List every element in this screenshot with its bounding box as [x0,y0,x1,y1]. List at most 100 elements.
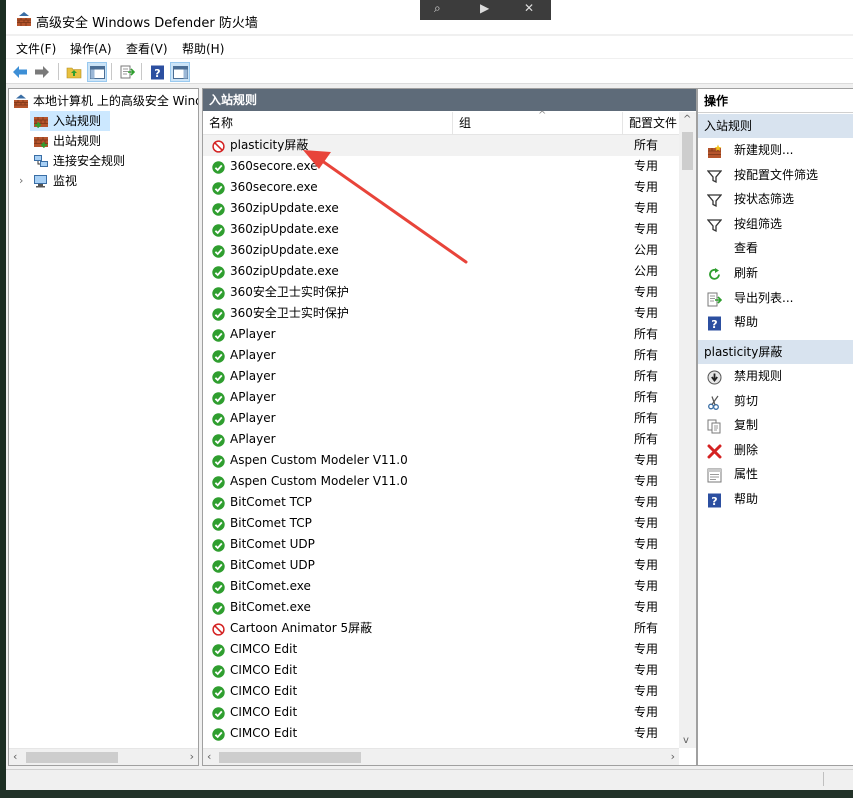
table-row[interactable]: Aspen Custom Modeler V11.0 专用 [203,450,681,471]
rules-vertical-scrollbar[interactable]: ^ v [679,112,696,748]
action-properties-4[interactable]: 属性 [698,462,853,486]
table-row[interactable]: CIMCO Edit 专用 [203,660,681,681]
scrollbar-thumb[interactable] [26,752,118,763]
allowed-rule-icon [212,160,225,174]
export-list-icon [707,291,723,307]
rule-name: Aspen Custom Modeler V11.0 [230,474,408,488]
action-label: 导出列表... [734,290,794,305]
tree-item-monitor[interactable]: › 监视 [15,171,165,191]
action-label: 禁用规则 [734,369,783,383]
action-export-list-6[interactable]: 导出列表... [698,286,853,310]
scroll-right-icon[interactable]: › [671,750,675,763]
action-filter-2[interactable]: 按状态筛选 [698,187,853,211]
action-disable-rule-0[interactable]: 禁用规则 [698,364,853,388]
table-row[interactable]: APlayer 所有 [203,366,681,387]
rule-profile: 专用 [634,579,659,593]
export-list-icon[interactable] [117,62,137,82]
tree-horizontal-scrollbar[interactable]: ‹ › [9,748,198,765]
table-row[interactable]: 360zipUpdate.exe 公用 [203,240,681,261]
table-row[interactable]: APlayer 所有 [203,387,681,408]
filter-icon [706,217,723,232]
table-row[interactable]: Cartoon Animator 5屏蔽 所有 [203,618,681,639]
show-hide-action-pane-icon[interactable] [170,62,190,82]
action-refresh-5[interactable]: 刷新 [698,261,853,285]
play-icon[interactable]: ▶ [480,1,489,15]
scroll-down-icon[interactable]: v [683,735,689,746]
scroll-left-icon[interactable]: ‹ [13,750,17,763]
table-row[interactable]: BitComet UDP 专用 [203,534,681,555]
table-row[interactable]: BitComet.exe 专用 [203,576,681,597]
action-label: 查看 [734,241,759,256]
column-header-profile[interactable]: 配置文件 [623,112,681,135]
tree-root-label: 本地计算机 上的高级安全 Windows Defender 防火墙 [33,94,198,108]
up-folder-icon[interactable] [64,62,84,82]
action-label: 属性 [734,467,759,482]
show-hide-tree-icon[interactable] [87,62,107,82]
table-row[interactable]: 360zipUpdate.exe 专用 [203,198,681,219]
action-delete-3[interactable]: 删除 [698,438,853,462]
properties-icon [707,467,722,483]
table-row[interactable]: BitComet TCP 专用 [203,492,681,513]
table-row[interactable]: BitComet.exe 专用 [203,597,681,618]
status-bar-segment [823,772,853,786]
forward-arrow-icon[interactable] [32,62,52,82]
menu-help[interactable]: 帮助(H) [182,40,224,57]
scrollbar-thumb[interactable] [682,132,693,170]
scroll-right-icon[interactable]: › [190,750,194,763]
help-icon[interactable]: ? [147,62,167,82]
menu-action[interactable]: 操作(A) [70,40,112,57]
chevron-right-icon[interactable]: › [19,171,23,191]
close-icon[interactable]: ✕ [524,1,534,15]
tree-item-outbound-rules[interactable]: 出站规则 [30,131,180,151]
menu-view[interactable]: 查看(V) [126,40,168,57]
table-row[interactable]: APlayer 所有 [203,429,681,450]
inbound-rules-icon [34,117,48,128]
menu-file[interactable]: 文件(F) [16,40,56,57]
table-row[interactable]: BitComet TCP 专用 [203,513,681,534]
table-row[interactable]: plasticity屏蔽 所有 [203,135,681,156]
search-icon[interactable]: ⌕ [434,1,441,16]
allowed-rule-icon [212,202,225,216]
table-row[interactable]: BitComet UDP 专用 [203,555,681,576]
scrollbar-thumb[interactable] [219,752,361,763]
actions-section-inbound[interactable]: 入站规则 [698,114,853,138]
scroll-up-icon[interactable]: ^ [683,114,691,125]
tree-item-inbound-rules[interactable]: 入站规则 [30,111,110,131]
action-filter-1[interactable]: 按配置文件筛选 [698,163,853,187]
rule-profile: 专用 [634,558,659,572]
action-copy-2[interactable]: 复制 [698,413,853,437]
table-row[interactable]: 360secore.exe 专用 [203,156,681,177]
allowed-rule-icon [212,727,225,741]
table-row[interactable]: 360安全卫士实时保护 专用 [203,282,681,303]
table-row[interactable]: APlayer 所有 [203,324,681,345]
table-row[interactable]: 360zipUpdate.exe 公用 [203,261,681,282]
table-row[interactable]: CIMCO Edit 专用 [203,723,681,744]
back-arrow-icon[interactable] [10,62,30,82]
column-header-row: 名称 组 ^ 配置文件 [203,110,681,135]
tree-item-connection-security[interactable]: 连接安全规则 [30,151,180,171]
column-header-name[interactable]: 名称 [203,112,453,135]
table-row[interactable]: APlayer 所有 [203,345,681,366]
table-row[interactable]: Aspen Custom Modeler V11.0 专用 [203,471,681,492]
table-row[interactable]: CIMCO Edit 专用 [203,639,681,660]
table-row[interactable]: 360zipUpdate.exe 专用 [203,219,681,240]
tree-root[interactable]: 本地计算机 上的高级安全 Windows Defender 防火墙 [9,91,198,111]
actions-section-selected-rule[interactable]: plasticity屏蔽 [698,340,853,364]
rule-name: 360zipUpdate.exe [230,201,339,215]
table-row[interactable]: CIMCO Edit 专用 [203,681,681,702]
action-cut-1[interactable]: 剪切 [698,389,853,413]
action-filter-3[interactable]: 按组筛选 [698,212,853,236]
rule-profile: 所有 [634,621,659,635]
action-label: 帮助 [734,315,759,330]
rule-profile: 专用 [634,159,659,173]
table-row[interactable]: CIMCO Edit 专用 [203,702,681,723]
action-help-7[interactable]: ? 帮助 [698,310,853,334]
scroll-left-icon[interactable]: ‹ [207,750,211,763]
table-row[interactable]: 360secore.exe 专用 [203,177,681,198]
action-view-4[interactable]: 查看 [698,236,853,260]
table-row[interactable]: APlayer 所有 [203,408,681,429]
table-row[interactable]: 360安全卫士实时保护 专用 [203,303,681,324]
action-new-rule-0[interactable]: 新建规则... [698,138,853,162]
rules-horizontal-scrollbar[interactable]: ‹ › [203,748,679,765]
action-help-5[interactable]: ? 帮助 [698,487,853,511]
